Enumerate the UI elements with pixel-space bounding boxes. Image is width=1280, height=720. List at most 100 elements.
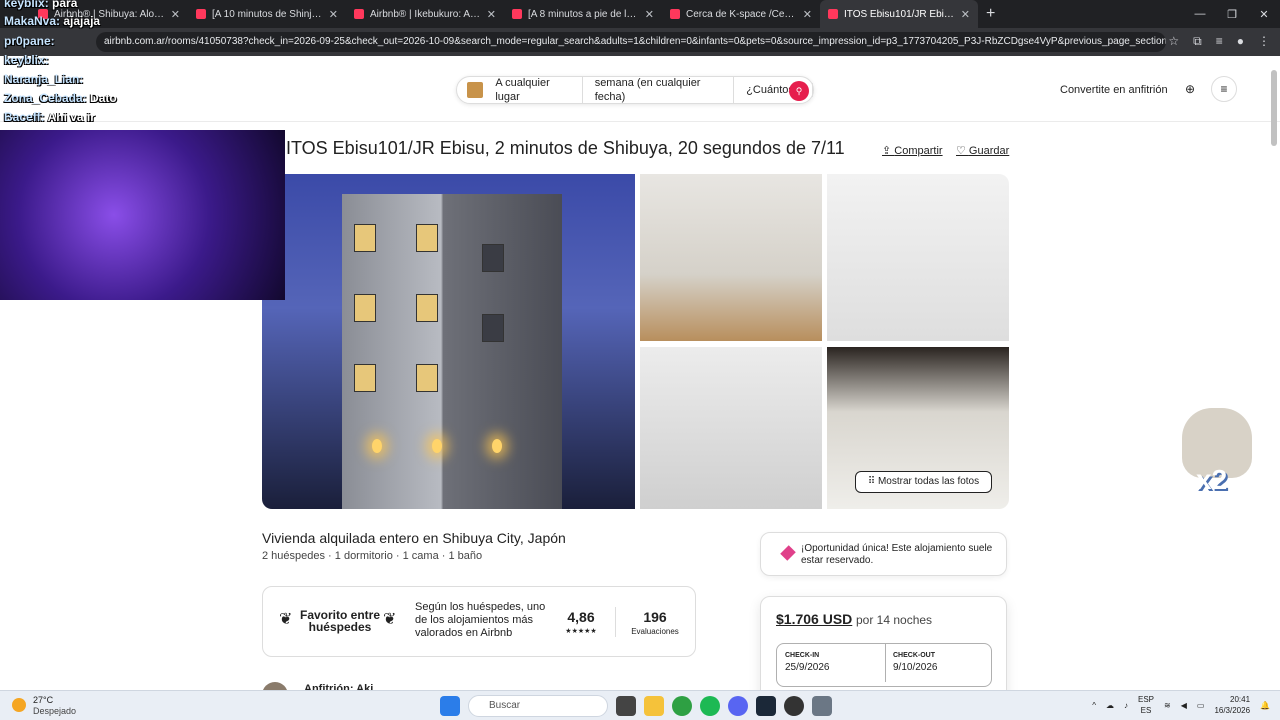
search-when[interactable]: semana (en cualquier fecha) (583, 76, 735, 104)
bookmark-star-icon[interactable]: ☆ (1168, 34, 1179, 49)
sun-icon (12, 698, 26, 712)
close-tab-icon[interactable]: ✕ (645, 8, 654, 21)
rating-value: 4,86 (567, 609, 595, 625)
browser-tab-bar: Airbnb® | Shibuya: Alojamientos✕ [A 10 m… (0, 0, 1280, 28)
chrome-icon[interactable] (672, 696, 692, 716)
discord-icon[interactable] (728, 696, 748, 716)
share-button[interactable]: ⇪ Compartir (882, 144, 943, 157)
globe-icon[interactable]: ⊕ (1178, 77, 1202, 101)
file-explorer-icon[interactable] (644, 696, 664, 716)
close-tab-icon[interactable]: ✕ (171, 8, 180, 21)
tray-expand-icon[interactable]: ^ (1092, 701, 1096, 710)
rare-find-text: ¡Oportunidad única! Este alojamiento sue… (801, 543, 993, 566)
reviews-count[interactable]: 196 (625, 609, 685, 625)
star-rating-icon: ★★★★★ (565, 628, 597, 635)
airbnb-favicon-icon (512, 9, 522, 19)
reviews-label[interactable]: Evaluaciones (625, 627, 685, 636)
listing-title: ITOS Ebisu101/JR Ebisu, 2 minutos de Shi… (286, 138, 845, 158)
checkout-label: CHECK-OUT (893, 652, 935, 659)
taskbar: 27°C Despejado Buscar ^ ☁ ♪ ESP ES ≋ ◀ ▭ … (0, 690, 1280, 720)
listing-details: 2 huéspedes · 1 dormitorio · 1 cama · 1 … (262, 550, 483, 562)
clock[interactable]: 20:41 16/3/2026 (1214, 694, 1250, 716)
webcam-feed (0, 130, 285, 300)
browser-tab[interactable]: [A 10 minutos de Shinjuku Stati✕ (188, 0, 346, 28)
obs-icon[interactable] (784, 696, 804, 716)
url-field[interactable]: airbnb.com.ar/rooms/41050738?check_in=20… (96, 32, 1166, 52)
close-tab-icon[interactable]: ✕ (329, 8, 338, 21)
guest-favorite-description: Según los huéspedes, uno de los alojamie… (415, 601, 546, 639)
address-bar: airbnb.com.ar/rooms/41050738?check_in=20… (0, 28, 1280, 56)
checkin-label: CHECK-IN (785, 652, 820, 659)
search-bar[interactable]: A cualquier lugar semana (en cualquier f… (456, 76, 814, 104)
chat-message: Zona_Cebada: Dato (4, 91, 117, 105)
taskbar-search[interactable]: Buscar (468, 695, 608, 717)
calculator-icon[interactable] (812, 696, 832, 716)
bedroom-photo[interactable] (640, 174, 822, 341)
wifi-icon[interactable]: ≋ (1164, 701, 1171, 710)
reading-list-icon[interactable]: ≡ (1216, 34, 1223, 49)
browser-menu-icon[interactable]: ⋮ (1258, 34, 1270, 49)
cat-badge: x2 (1196, 464, 1228, 495)
checkout-date[interactable]: 9/10/2026 (893, 662, 938, 673)
chat-message: Baceff: Ahi va ir (4, 110, 95, 124)
battery-icon[interactable]: ▭ (1197, 701, 1205, 710)
divider (885, 644, 886, 682)
new-tab-icon[interactable]: + (986, 5, 995, 23)
search-where[interactable]: A cualquier lugar (483, 76, 583, 104)
divider (615, 607, 616, 637)
guest-favorite-card[interactable]: ❦ Favorito entre huéspedes ❦ Según los h… (262, 586, 696, 657)
hamburger-menu-icon[interactable]: ≡ (1211, 76, 1237, 102)
checkin-date[interactable]: 25/9/2026 (785, 662, 830, 673)
steam-icon[interactable] (756, 696, 776, 716)
show-all-photos-button[interactable]: ⠿ Mostrar todas las fotos (855, 471, 992, 493)
close-tab-icon[interactable]: ✕ (487, 8, 496, 21)
start-icon[interactable] (440, 696, 460, 716)
guest-favorite-label: Favorito entre huéspedes (299, 608, 380, 634)
become-host-link[interactable]: Convertite en anfitrión (1060, 84, 1168, 96)
profile-icon[interactable]: ● (1237, 34, 1244, 49)
weather-temp[interactable]: 27°C (33, 695, 53, 705)
chat-message: keyblix: (4, 53, 49, 67)
taskbar-apps: Buscar (440, 695, 832, 717)
maximize-icon[interactable]: ❐ (1216, 8, 1248, 21)
browser-tab[interactable]: Cerca de K-space /Cerca de Ebi✕ (662, 0, 820, 28)
chat-message: keyblix: para (4, 0, 78, 10)
search-icon[interactable]: ⚲ (789, 81, 809, 101)
kitchen-photo[interactable] (640, 347, 822, 509)
extensions-icon[interactable]: ⧉ (1193, 34, 1202, 49)
chat-message: MakaNva: ajajaja (4, 14, 101, 28)
weather-condition[interactable]: Despejado (33, 706, 76, 716)
page-scrollbar[interactable] (1271, 70, 1277, 146)
rare-find-notice: ¡Oportunidad única! Este alojamiento sue… (760, 532, 1007, 576)
close-tab-icon[interactable]: ✕ (961, 8, 970, 21)
system-tray: ^ ☁ ♪ ESP ES ≋ ◀ ▭ 20:41 16/3/2026 🔔 (1092, 694, 1270, 716)
browser-tab-active[interactable]: ITOS Ebisu101/JR Ebisu, 2 minu✕ (820, 0, 978, 28)
price-period: por 14 noches (856, 613, 933, 627)
browser-tab[interactable]: Airbnb® | Ikebukuro: Alojamien✕ (346, 0, 504, 28)
main-photo[interactable] (262, 174, 635, 509)
notifications-icon[interactable]: 🔔 (1260, 701, 1270, 710)
minimize-icon[interactable]: — (1184, 8, 1216, 20)
date-selector[interactable]: CHECK-IN 25/9/2026 CHECK-OUT 9/10/2026 (776, 643, 992, 687)
volume-icon[interactable]: ◀ (1181, 701, 1187, 710)
cloud-icon[interactable]: ☁ (1106, 701, 1114, 710)
house-icon (467, 82, 484, 98)
airbnb-favicon-icon (354, 9, 364, 19)
language-indicator[interactable]: ESP ES (1138, 694, 1154, 716)
total-price[interactable]: $1.706 USD (776, 611, 852, 627)
site-header: A cualquier lugar semana (en cualquier f… (0, 56, 1280, 122)
close-tab-icon[interactable]: ✕ (803, 8, 812, 21)
browser-tab[interactable]: [A 8 minutos a pie de la estació✕ (504, 0, 662, 28)
laurel-right-icon: ❦ (383, 611, 397, 628)
building-image (342, 194, 562, 509)
cat-emote: x2 (1176, 404, 1258, 504)
save-button[interactable]: ♡ Guardar (956, 144, 1009, 157)
chat-message: Naranja_Lian: (4, 72, 84, 86)
close-window-icon[interactable]: ✕ (1248, 8, 1280, 21)
airbnb-favicon-icon (828, 9, 838, 19)
listing-subtitle: Vivienda alquilada entero en Shibuya Cit… (262, 530, 566, 546)
control-panel-photo[interactable] (827, 174, 1009, 341)
microphone-icon[interactable]: ♪ (1124, 701, 1128, 710)
task-view-icon[interactable] (616, 696, 636, 716)
spotify-icon[interactable] (700, 696, 720, 716)
